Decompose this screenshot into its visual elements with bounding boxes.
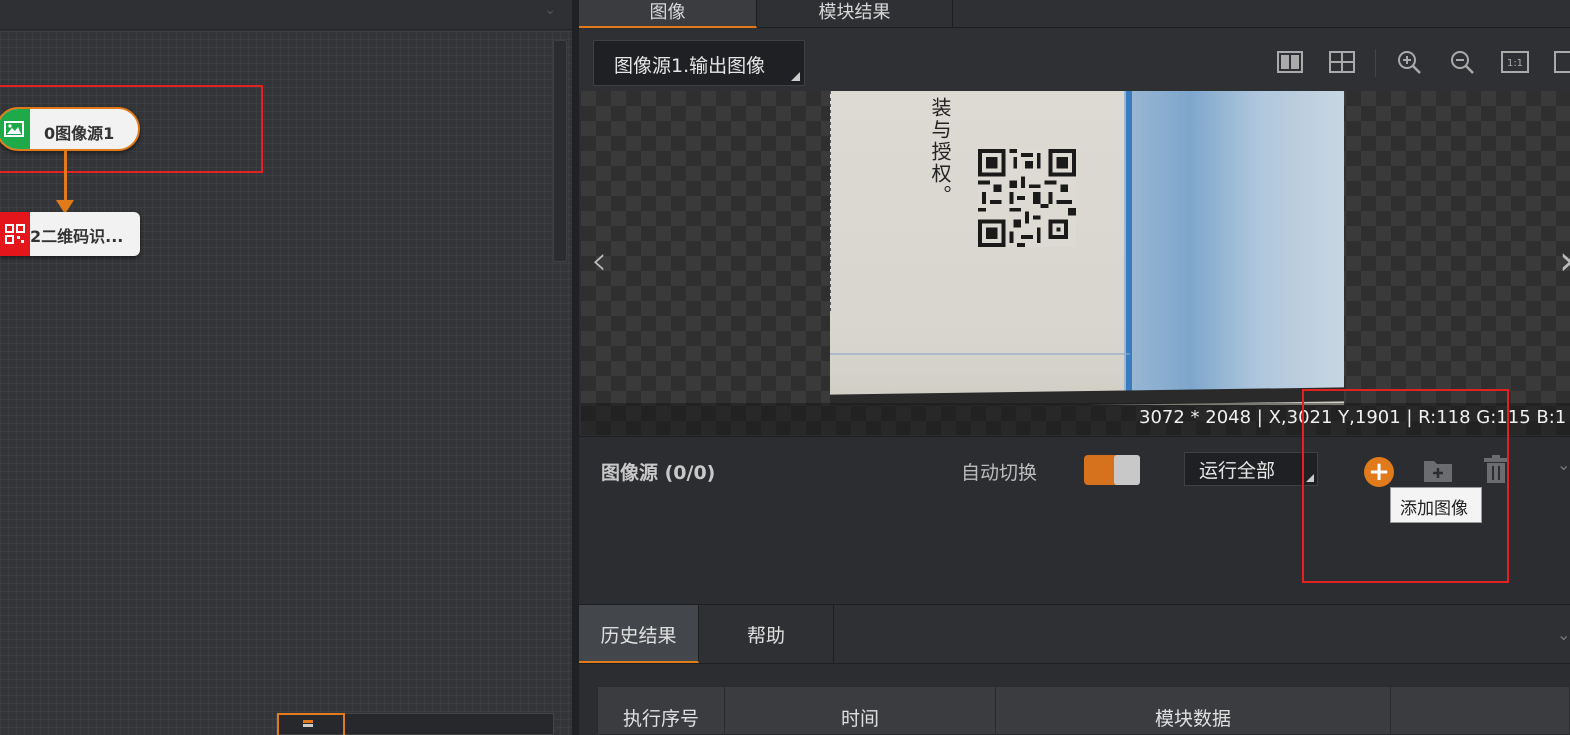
tab-module-result[interactable]: 模块结果 — [757, 0, 953, 28]
flow-node-qrcode[interactable]: 2二维码识... — [0, 212, 140, 256]
next-image-icon[interactable]: › — [1559, 241, 1570, 281]
image-toolbar: 图像源1.输出图像 1:1 — [579, 29, 1570, 91]
history-tabs: 历史结果 帮助 ⌄ — [579, 604, 1570, 664]
prev-image-icon[interactable]: ‹ — [591, 241, 607, 281]
column-header-module-data[interactable]: 模块数据 — [996, 687, 1391, 735]
image-line — [830, 353, 1130, 355]
actual-size-icon[interactable]: 1:1 — [1501, 49, 1529, 75]
chevron-down-icon[interactable]: ⌄ — [1557, 455, 1570, 474]
column-header-time[interactable]: 时间 — [725, 687, 996, 735]
layout-single-icon[interactable] — [1276, 49, 1304, 75]
flow-node-image-source[interactable]: 0图像源1 — [0, 107, 140, 151]
flow-panel: ⌄ 0图像源1 2二维码识... — [0, 0, 572, 735]
image-blue-region — [1124, 91, 1344, 401]
auto-switch-label: 自动切换 — [961, 462, 1038, 484]
flow-header: ⌄ — [0, 0, 572, 30]
run-mode-select[interactable]: 运行全部 — [1184, 452, 1318, 486]
qrcode-image — [978, 149, 1076, 247]
panel-splitter[interactable] — [572, 0, 579, 735]
toggle-knob — [1114, 455, 1140, 485]
flow-scrollbar[interactable] — [553, 40, 567, 262]
tab-history-results[interactable]: 历史结果 — [579, 605, 699, 663]
run-mode-value: 运行全部 — [1199, 460, 1276, 482]
svg-text:1:1: 1:1 — [1507, 58, 1523, 69]
column-header-index[interactable]: 执行序号 — [598, 687, 725, 735]
image-icon — [0, 109, 30, 149]
auto-switch-toggle[interactable] — [1084, 455, 1140, 485]
image-source-panel: 图像源 (0/0) 自动切换 运行全部 + 添加图像 ⌄ — [579, 389, 1570, 604]
tab-help[interactable]: 帮助 — [699, 605, 834, 663]
image-text: 装与授权。 — [928, 97, 952, 207]
flow-node-label: 2二维码识... — [30, 227, 124, 246]
qrcode-icon — [0, 212, 30, 256]
dropdown-corner-icon — [791, 72, 800, 81]
captured-image: 装与授权。 — [830, 91, 1344, 405]
image-source-select-value: 图像源1.输出图像 — [614, 55, 766, 77]
minimap-viewport[interactable] — [277, 713, 345, 735]
image-source-select[interactable]: 图像源1.输出图像 — [593, 40, 805, 86]
tab-image[interactable]: 图像 — [579, 0, 757, 28]
image-source-title: 图像源 (0/0) — [601, 462, 716, 484]
layout-grid-icon[interactable] — [1328, 49, 1356, 75]
fit-icon[interactable] — [1550, 49, 1570, 75]
minimap[interactable] — [276, 713, 554, 735]
flow-node-label: 0图像源1 — [44, 124, 115, 143]
chevron-down-icon[interactable]: ⌄ — [544, 2, 556, 18]
app-window: ⌄ 0图像源1 2二维码识... 图像 模块结果 图像源1.输出图像 1:1 装… — [0, 0, 1570, 735]
image-viewer[interactable]: 装与授权。 ‹ 3072 * 2048 | X,3021 Y,1901 | R:… — [581, 91, 1570, 435]
flow-connector — [64, 151, 67, 203]
column-header-extra[interactable] — [1391, 687, 1569, 735]
image-dots — [830, 91, 836, 311]
zoom-out-icon[interactable] — [1448, 49, 1476, 75]
toolbar-divider — [1375, 49, 1376, 77]
result-tabs: 图像 模块结果 — [579, 0, 1570, 28]
chevron-down-icon[interactable]: ⌄ — [1557, 625, 1570, 644]
zoom-in-icon[interactable] — [1395, 49, 1423, 75]
history-table-header: 执行序号 时间 模块数据 — [597, 686, 1570, 735]
right-panel: 图像 模块结果 图像源1.输出图像 1:1 装与授权。 ‹ 3072 * 204… — [579, 0, 1570, 735]
highlight-box — [1302, 389, 1509, 583]
minimap-node — [303, 720, 313, 723]
